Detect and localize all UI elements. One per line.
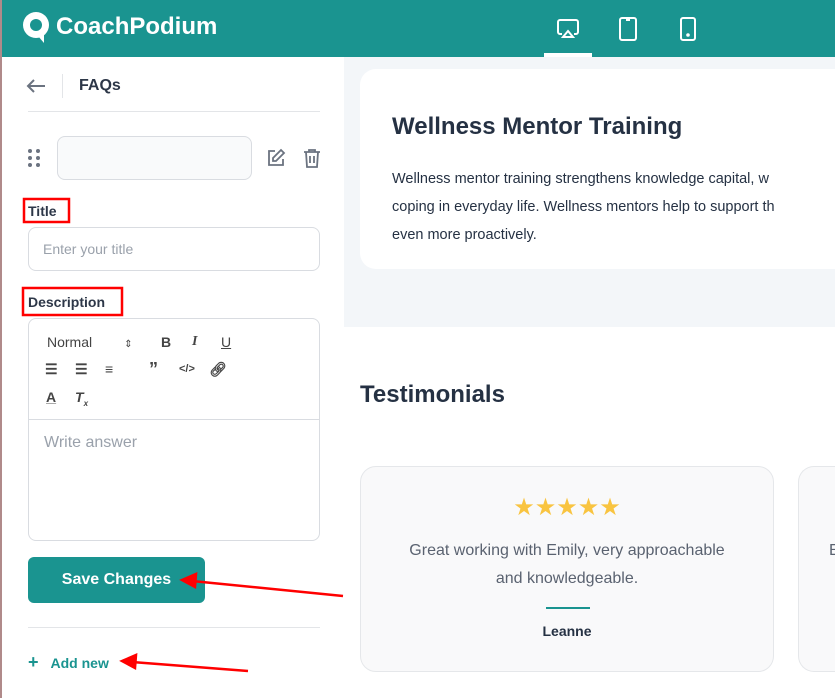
- save-changes-button[interactable]: Save Changes: [28, 557, 205, 603]
- plus-icon: +: [28, 652, 39, 672]
- format-select[interactable]: Normal ⇕: [47, 334, 133, 350]
- bold-button[interactable]: B: [161, 334, 171, 350]
- about-card: Wellness Mentor Training Wellness mentor…: [360, 69, 835, 269]
- testimonial-card: E: [798, 466, 835, 672]
- italic-button[interactable]: I: [192, 334, 197, 350]
- testimonial-quote: Great working with Emily, very approacha…: [409, 542, 725, 587]
- logo-icon: [23, 12, 49, 43]
- testimonial-card: ★★★★★ Great working with Emily, very app…: [360, 466, 774, 672]
- answer-placeholder: Write answer: [44, 434, 138, 451]
- add-new-button[interactable]: + Add new: [28, 652, 109, 673]
- tablet-view-button[interactable]: [604, 0, 652, 57]
- description-label: Description: [28, 294, 106, 310]
- divider: [29, 419, 319, 420]
- ordered-list-icon[interactable]: ☰: [45, 361, 58, 378]
- edit-icon[interactable]: [266, 148, 286, 168]
- title-label: Title: [28, 203, 57, 219]
- title-input[interactable]: Enter your title: [28, 227, 320, 271]
- testimonial-quote: E: [829, 542, 835, 559]
- tablet-icon: [619, 16, 637, 41]
- link-icon[interactable]: 🔗︎: [209, 361, 227, 378]
- accent-bar: [546, 607, 590, 609]
- text-color-icon[interactable]: A: [46, 389, 56, 405]
- back-arrow-icon[interactable]: [26, 78, 46, 94]
- drag-handle-icon[interactable]: [28, 149, 40, 167]
- about-text: Wellness mentor training strengthens kno…: [392, 171, 775, 243]
- blockquote-icon[interactable]: ”: [149, 359, 158, 380]
- divider: [62, 74, 63, 98]
- bullet-list-icon[interactable]: ☰: [75, 361, 88, 378]
- testimonial-author: Leanne: [542, 623, 592, 639]
- clear-format-icon[interactable]: Tx: [75, 389, 88, 408]
- code-icon[interactable]: </>: [179, 363, 195, 375]
- top-bar: CoachPodium: [2, 0, 835, 57]
- testimonials-heading: Testimonials: [360, 381, 505, 408]
- panel-title: FAQs: [79, 77, 121, 94]
- faq-item-field[interactable]: [57, 136, 252, 180]
- description-editor[interactable]: Normal ⇕ B I U ☰ ☰ ≡ ” </> 🔗︎ A Tx Write …: [28, 318, 320, 541]
- divider: [28, 111, 320, 112]
- select-arrows-icon: ⇕: [124, 339, 133, 350]
- about-heading: Wellness Mentor Training: [392, 113, 683, 140]
- format-value: Normal: [47, 334, 93, 350]
- divider: [28, 627, 320, 628]
- mobile-icon: [680, 16, 696, 41]
- underline-button[interactable]: U: [221, 334, 231, 350]
- trash-icon[interactable]: [303, 148, 321, 168]
- faq-editor-sidebar: FAQs Title Enter your title Description …: [2, 57, 344, 698]
- add-new-label: Add new: [50, 654, 109, 671]
- star-rating: ★★★★★: [513, 494, 621, 521]
- preview-pane: Wellness Mentor Training Wellness mentor…: [344, 57, 835, 698]
- brand-name: CoachPodium: [56, 13, 218, 40]
- desktop-icon: [557, 18, 579, 38]
- mobile-view-button[interactable]: [664, 0, 712, 57]
- hero-section: Wellness Mentor Training Wellness mentor…: [344, 57, 835, 327]
- align-icon[interactable]: ≡: [105, 361, 113, 377]
- logo: CoachPodium: [20, 10, 217, 44]
- desktop-view-button[interactable]: [544, 0, 592, 57]
